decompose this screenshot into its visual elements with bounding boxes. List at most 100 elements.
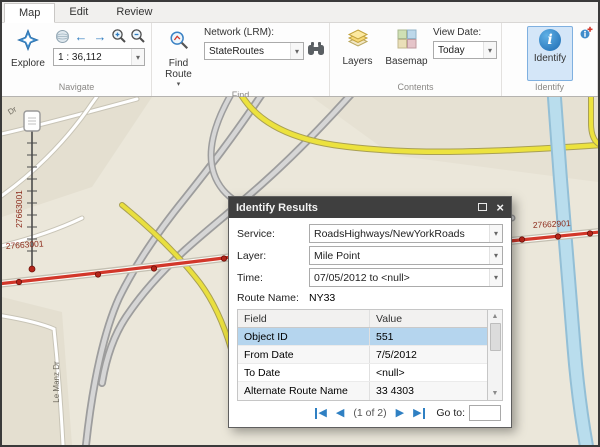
layers-label: Layers	[342, 56, 372, 67]
group-find: Find Route ▾ Network (LRM): StateRoutes …	[152, 23, 330, 96]
find-route-label: Find Route	[158, 58, 199, 80]
time-dropdown[interactable]: 07/05/2012 to <null> ▾	[309, 268, 503, 287]
maximize-button[interactable]	[478, 202, 487, 214]
maximize-icon	[478, 203, 487, 211]
identify-results-dialog: Identify Results × Service: RoadsHighway…	[228, 196, 512, 428]
view-date-value: Today	[434, 45, 483, 56]
table-scrollbar[interactable]: ▲ ▼	[487, 310, 502, 400]
view-date-column: View Date: Today ▾	[433, 26, 497, 81]
service-row: Service: RoadsHighways/NewYorkRoads ▾	[237, 224, 503, 243]
route-name-row: Route Name: NY33	[237, 290, 503, 306]
view-date-dropdown[interactable]: Today ▾	[433, 41, 497, 59]
service-dropdown[interactable]: RoadsHighways/NewYorkRoads ▾	[309, 224, 503, 243]
network-lrm-label: Network (LRM):	[204, 26, 325, 41]
field-cell: Object ID	[238, 328, 370, 345]
scale-combobox[interactable]: 1 : 36,112 ▾	[53, 48, 145, 66]
layer-row: Layer: Mile Point ▾	[237, 246, 503, 265]
route-label-vertical: 27663001	[14, 190, 24, 228]
identify-label: Identify	[534, 53, 566, 64]
value-cell: 551	[370, 331, 487, 343]
identify-route-icon[interactable]	[579, 26, 593, 40]
identify-button[interactable]: i Identify	[527, 26, 573, 81]
scrollbar-thumb[interactable]	[490, 323, 501, 351]
table-header-row: Field Value	[238, 310, 487, 328]
full-extent-icon[interactable]	[53, 27, 71, 45]
network-row: StateRoutes ▾	[204, 41, 325, 61]
find-route-caret-icon: ▾	[177, 82, 181, 88]
attribute-table: Field Value Object ID 551 From Date 7/5/…	[237, 309, 503, 401]
contents-body: Layers Basemap View Date:	[330, 23, 501, 81]
map-view[interactable]: 27663001 27663001 27662901 Le Manz Dr Dr…	[2, 97, 598, 445]
tab-edit[interactable]: Edit	[55, 2, 102, 22]
tab-review[interactable]: Review	[102, 2, 166, 22]
goto-label: Go to:	[436, 407, 465, 419]
dropdown-arrow-icon[interactable]: ▾	[489, 225, 502, 242]
next-page-button[interactable]: ▶	[396, 408, 404, 419]
find-column: Network (LRM): StateRoutes ▾	[204, 26, 325, 89]
dropdown-arrow-icon[interactable]: ▾	[483, 42, 496, 58]
dropdown-arrow-icon[interactable]: ▾	[489, 247, 502, 264]
navigate-column: ← →	[53, 26, 147, 81]
value-cell: 33 4303	[370, 385, 487, 397]
time-row: Time: 07/05/2012 to <null> ▾	[237, 268, 503, 287]
find-route-button[interactable]: Find Route ▾	[157, 26, 200, 89]
layer-dropdown[interactable]: Mile Point ▾	[309, 246, 503, 265]
goto-input[interactable]	[469, 405, 501, 421]
previous-page-button[interactable]: ◀	[336, 408, 344, 419]
last-page-button[interactable]: ▶	[413, 408, 424, 419]
field-column-header: Field	[238, 310, 370, 327]
zoom-in-icon[interactable]	[110, 27, 128, 45]
layers-button[interactable]: Layers	[335, 26, 380, 81]
layers-icon	[347, 29, 369, 54]
app-window: Map Edit Review Explore	[0, 0, 600, 447]
scroll-down-icon[interactable]: ▼	[492, 387, 499, 400]
explore-button[interactable]: Explore	[7, 26, 49, 81]
dialog-title: Identify Results	[236, 202, 469, 214]
close-button[interactable]: ×	[496, 201, 504, 214]
navigate-body: Explore ← →	[2, 23, 151, 81]
dropdown-arrow-icon[interactable]: ▾	[290, 43, 303, 59]
service-value: RoadsHighways/NewYorkRoads	[310, 228, 489, 240]
zoom-out-icon[interactable]	[129, 27, 147, 45]
table-row[interactable]: Object ID 551	[238, 328, 487, 346]
scroll-up-icon[interactable]: ▲	[492, 310, 499, 323]
scale-value: 1 : 36,112	[54, 52, 131, 63]
previous-extent-icon[interactable]: ←	[72, 27, 90, 45]
group-contents: Layers Basemap View Date:	[330, 23, 502, 96]
dropdown-arrow-icon[interactable]: ▾	[131, 49, 144, 65]
ribbon-tabbar: Map Edit Review	[2, 2, 598, 23]
basemap-button[interactable]: Basemap	[384, 26, 429, 81]
first-page-button[interactable]: ◀	[315, 408, 326, 419]
view-date-label: View Date:	[433, 26, 497, 41]
identify-icon: i	[539, 29, 561, 51]
identify-group-label: Identify	[502, 81, 597, 96]
time-label: Time:	[237, 272, 309, 284]
basemap-label: Basemap	[385, 56, 427, 67]
time-value: 07/05/2012 to <null>	[310, 272, 489, 284]
route-name-label: Route Name:	[237, 292, 309, 304]
navigate-icon-row: ← →	[53, 26, 147, 46]
tab-map[interactable]: Map	[4, 3, 55, 23]
contents-group-label: Contents	[330, 81, 501, 96]
find-body: Find Route ▾ Network (LRM): StateRoutes …	[152, 23, 329, 89]
attribute-table-grid: Field Value Object ID 551 From Date 7/5/…	[238, 310, 487, 400]
value-cell: 7/5/2012	[370, 349, 487, 361]
pagination-bar: ◀ ◀ (1 of 2) ▶ ▶ Go to:	[237, 401, 503, 425]
goto-group: Go to:	[436, 405, 501, 421]
group-identify: i Identify Identify	[502, 23, 598, 96]
dropdown-arrow-icon[interactable]: ▾	[489, 269, 502, 286]
next-extent-icon[interactable]: →	[91, 27, 109, 45]
network-value: StateRoutes	[205, 46, 290, 57]
table-row[interactable]: From Date 7/5/2012	[238, 346, 487, 364]
navigate-group-label: Navigate	[2, 81, 151, 96]
table-row[interactable]: To Date <null>	[238, 364, 487, 382]
basemap-icon	[397, 29, 417, 54]
find-route-icon	[168, 29, 190, 56]
service-label: Service:	[237, 228, 309, 240]
layer-label: Layer:	[237, 250, 309, 262]
dialog-titlebar[interactable]: Identify Results ×	[229, 197, 511, 218]
table-row[interactable]: Alternate Route Name 33 4303	[238, 382, 487, 400]
network-dropdown[interactable]: StateRoutes ▾	[204, 42, 304, 60]
binoculars-icon[interactable]	[307, 41, 325, 61]
street-label-le-manz-dr: Le Manz Dr	[52, 361, 61, 403]
